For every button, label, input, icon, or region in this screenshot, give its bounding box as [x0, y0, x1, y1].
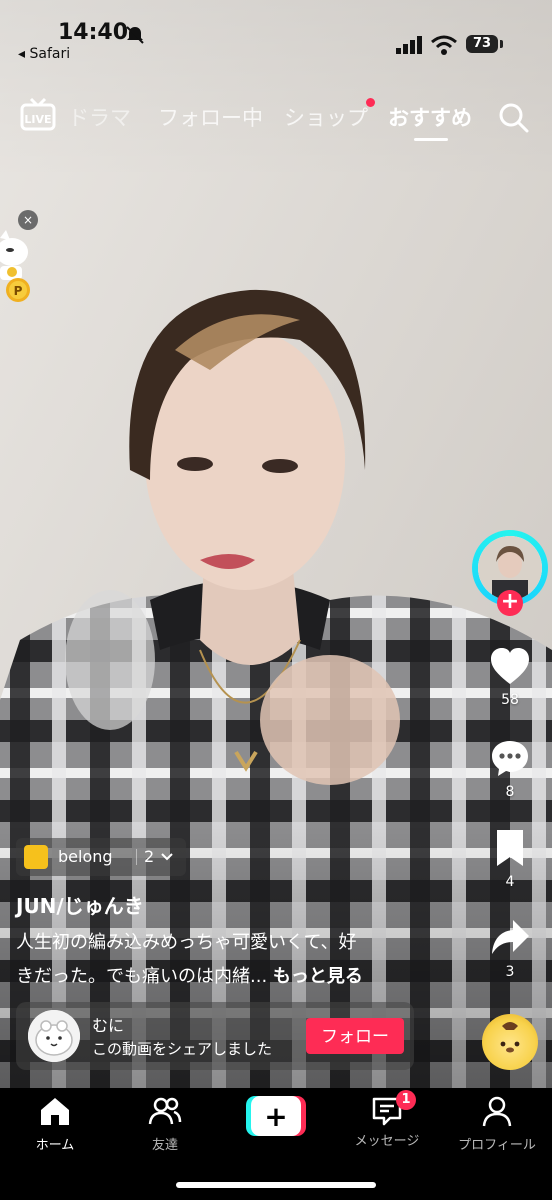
top-nav: LIVE ドラマ フォロー中 ショップ おすすめ: [0, 92, 552, 142]
battery-indicator: 73: [466, 35, 498, 53]
active-tab-underline: [414, 138, 448, 141]
tab-home-label: ホーム: [35, 1138, 75, 1153]
signal-icon: [396, 36, 422, 54]
home-icon: [41, 1098, 69, 1125]
share-arrow-icon: [492, 920, 529, 954]
video-caption[interactable]: 人生初の編み込みめっちゃ可愛いくて、好 きだった。でも痛いのは内緒... もっと…: [16, 926, 416, 994]
playlist-chip[interactable]: belong 2: [16, 838, 186, 876]
sound-disc[interactable]: [482, 1014, 538, 1070]
share-button[interactable]: 3: [470, 918, 550, 980]
follow-button[interactable]: フォロー: [306, 1018, 404, 1054]
tab-friends[interactable]: 友達: [110, 1094, 220, 1153]
message-badge: 1: [396, 1090, 416, 1110]
share-message: この動画をシェアしました: [92, 1040, 273, 1058]
see-more-link[interactable]: もっと見る: [273, 966, 363, 987]
friends-icon: [148, 1097, 182, 1125]
bookmark-icon: [497, 830, 523, 866]
comment-count: 8: [505, 784, 515, 800]
coin-reward-widget[interactable]: P ×: [0, 210, 40, 310]
pompompurin-sound-icon: [500, 1022, 520, 1053]
tab-profile-label: プロフィール: [458, 1138, 536, 1153]
live-icon[interactable]: LIVE: [20, 97, 56, 133]
bell-muted-icon: [126, 26, 144, 44]
tab-messages[interactable]: 1 メッセージ: [332, 1090, 442, 1149]
coin-label: P: [14, 284, 23, 298]
create-plus-label: +: [264, 1100, 287, 1133]
wifi-icon: [431, 35, 457, 55]
playlist-icon: [24, 845, 48, 869]
caption-line-2: きだった。でも痛いのは内緒...: [16, 966, 268, 987]
close-icon[interactable]: ×: [18, 210, 38, 230]
chevron-down-icon: [161, 853, 173, 861]
shop-notification-dot: [366, 98, 375, 107]
playlist-divider: [136, 849, 137, 865]
status-time: 14:40: [58, 20, 129, 45]
plus-icon: +: [246, 1096, 306, 1136]
status-bar: 14:40 ◂ Safari 73: [0, 0, 552, 80]
tab-home[interactable]: ホーム: [0, 1094, 110, 1153]
bookmark-button[interactable]: 4: [470, 828, 550, 890]
tab-profile[interactable]: プロフィール: [442, 1094, 552, 1153]
playlist-name: belong: [58, 847, 113, 866]
tab-for-you[interactable]: おすすめ: [388, 102, 472, 132]
heart-icon: [491, 648, 529, 684]
playlist-count: 2: [144, 847, 155, 866]
like-button[interactable]: 58: [470, 646, 550, 708]
tab-following[interactable]: フォロー中: [158, 102, 263, 132]
tab-shop[interactable]: ショップ: [284, 102, 368, 132]
create-button[interactable]: +: [246, 1096, 306, 1136]
follow-creator-button[interactable]: +: [497, 590, 523, 616]
bookmark-count: 4: [505, 874, 515, 890]
tab-drama[interactable]: ドラマ: [68, 102, 131, 132]
profile-icon: [482, 1096, 512, 1127]
shared-by-card[interactable]: むに この動画をシェアしました フォロー: [16, 1002, 414, 1070]
sharer-avatar[interactable]: [28, 1010, 80, 1062]
like-count: 58: [501, 692, 519, 708]
bottom-tab-bar: ホーム 友達 + 1 メッセージ プロフィール: [0, 1088, 552, 1200]
search-icon[interactable]: [498, 102, 530, 134]
share-count: 3: [505, 964, 515, 980]
back-to-safari-link[interactable]: ◂ Safari: [18, 46, 70, 62]
creator-username[interactable]: JUN/じゅんき: [16, 890, 144, 919]
sharer-name: むに: [92, 1016, 125, 1035]
live-label: LIVE: [24, 113, 51, 126]
tab-friends-label: 友達: [151, 1138, 178, 1153]
comment-button[interactable]: 8: [470, 738, 550, 800]
comment-icon: [492, 741, 528, 776]
tab-messages-label: メッセージ: [354, 1134, 420, 1149]
battery-tip: [500, 40, 503, 48]
caption-line-1: 人生初の編み込みめっちゃ可愛いくて、好: [16, 932, 357, 953]
hamster-avatar-icon: [28, 1010, 80, 1062]
home-indicator: [176, 1182, 376, 1188]
